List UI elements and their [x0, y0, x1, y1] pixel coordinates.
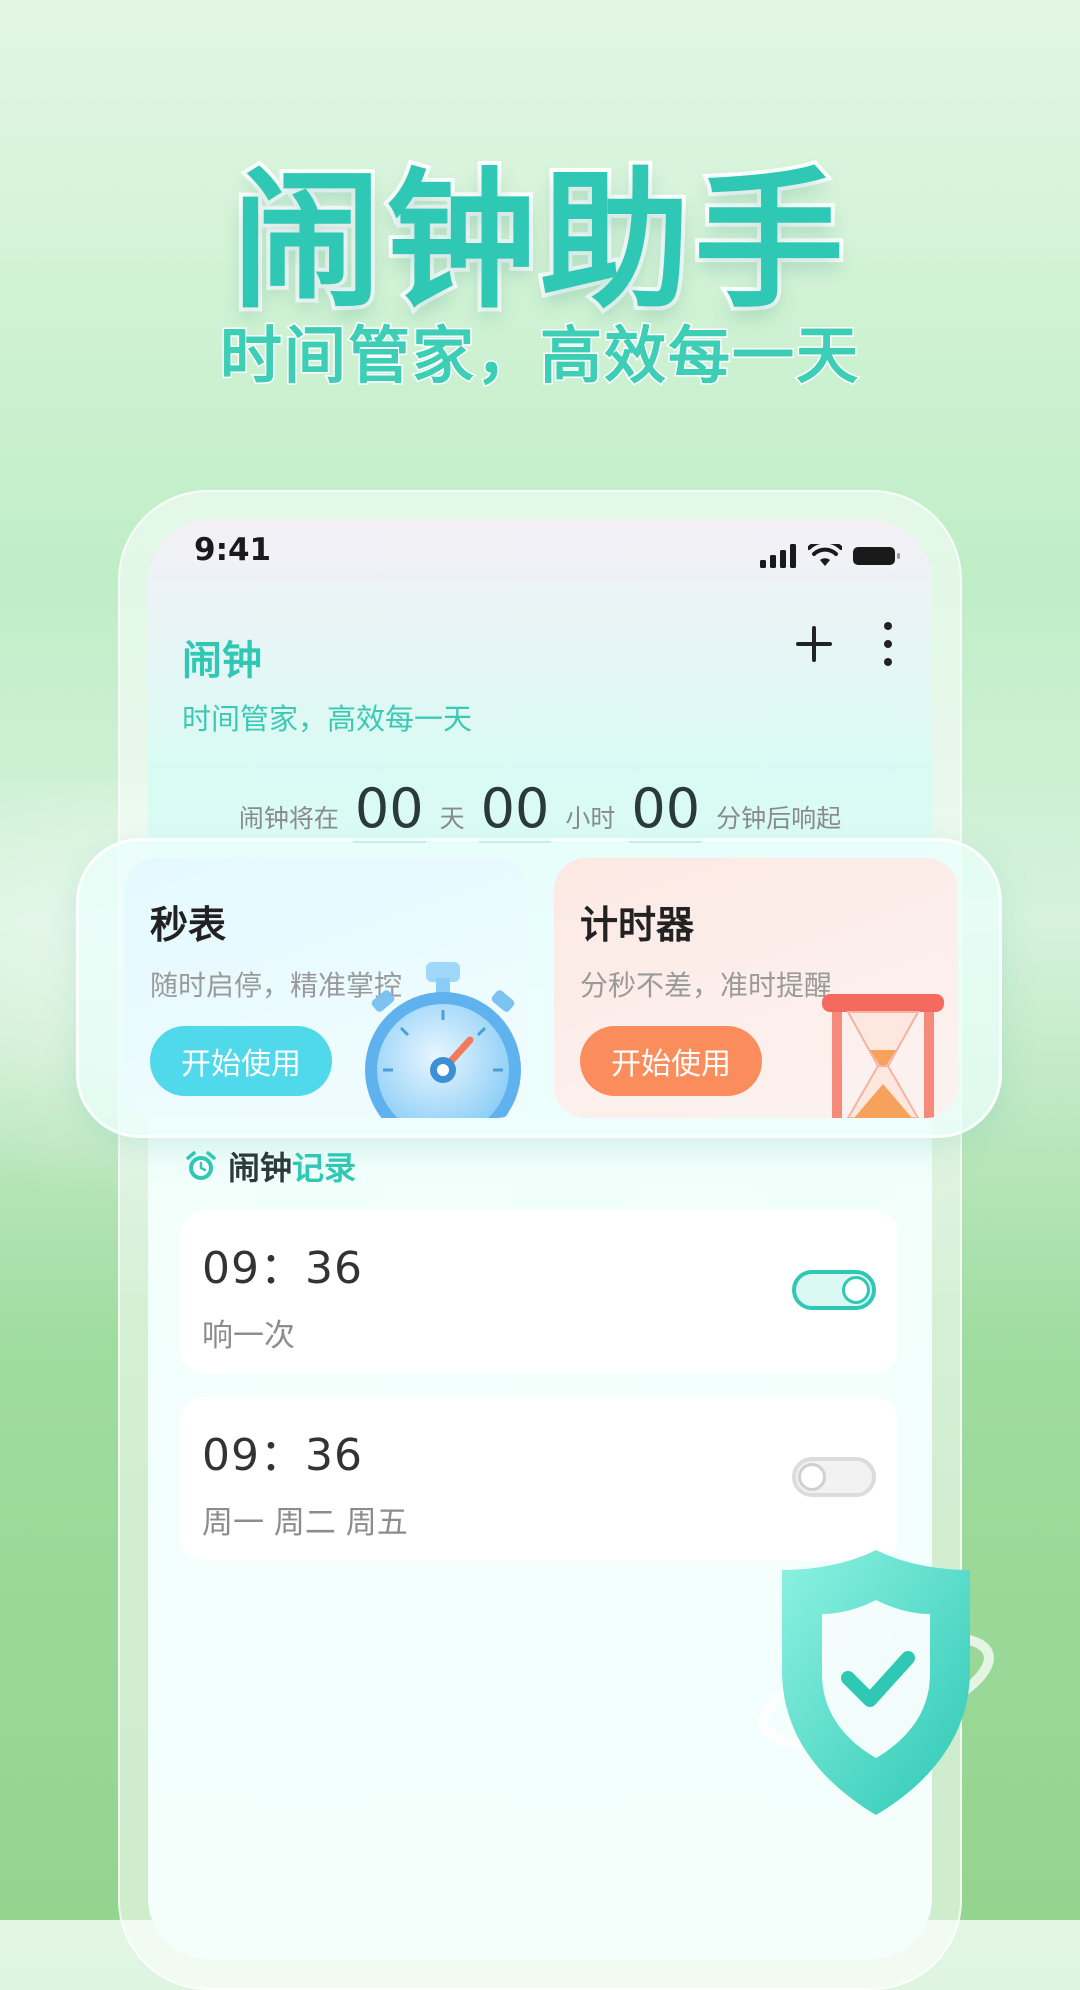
toggle-knob — [798, 1463, 826, 1491]
toggle-knob — [842, 1276, 870, 1304]
status-time: 9:41 — [194, 532, 272, 568]
records-title-part2: 记录 — [292, 1149, 357, 1187]
timer-card[interactable]: 计时器 分秒不差，准时提醒 开始使用 — [554, 858, 958, 1118]
hourglass-icon — [822, 994, 944, 1118]
timer-title: 计时器 — [580, 903, 695, 947]
alarm-clock-icon — [186, 1151, 216, 1180]
alarm-repeat: 响一次 — [202, 1318, 295, 1354]
battery-icon — [853, 547, 900, 565]
countdown-minutes-unit: 分钟后响起 — [716, 804, 842, 833]
alarm-toggle-off[interactable] — [792, 1457, 876, 1497]
more-vertical-icon — [884, 622, 892, 666]
timer-desc: 分秒不差，准时提醒 — [580, 969, 833, 1002]
countdown-hours: 00 — [478, 780, 552, 843]
wifi-icon — [808, 544, 842, 566]
alarm-toggle-on[interactable] — [792, 1270, 876, 1310]
add-alarm-button[interactable] — [792, 622, 836, 666]
countdown-days-unit: 天 — [439, 804, 465, 833]
promo-subtitle: 时间管家，高效每一天 — [218, 318, 860, 394]
alarm-time: 09：36 — [202, 1243, 363, 1294]
stopwatch-title: 秒表 — [150, 903, 227, 947]
shield-check-icon — [758, 1550, 994, 1815]
alarm-repeat: 周一 周二 周五 — [202, 1505, 408, 1541]
records-title-part1: 闹钟 — [228, 1149, 293, 1187]
more-menu-button[interactable] — [878, 620, 898, 668]
countdown-minutes: 00 — [629, 780, 703, 843]
signal-icon — [760, 544, 796, 568]
countdown: 闹钟将在 00 天 00 小时 00 分钟后响起 — [148, 780, 932, 843]
plus-icon — [796, 626, 832, 662]
countdown-prefix: 闹钟将在 — [238, 804, 339, 833]
stopwatch-card[interactable]: 秒表 随时启停，精准掌控 开始使用 — [124, 858, 528, 1118]
records-header: 闹钟 记录 — [184, 1143, 356, 1189]
alarm-item[interactable]: 09：36 周一 周二 周五 — [180, 1397, 898, 1561]
countdown-hours-unit: 小时 — [565, 804, 616, 833]
countdown-days: 00 — [352, 780, 426, 843]
stopwatch-start-button[interactable]: 开始使用 — [150, 1026, 332, 1096]
alarm-time: 09：36 — [202, 1430, 363, 1481]
timer-start-button[interactable]: 开始使用 — [580, 1026, 762, 1096]
status-icons — [760, 544, 902, 568]
stopwatch-icon — [365, 962, 521, 1118]
app-title: 闹钟 — [182, 638, 262, 684]
alarm-item[interactable]: 09：36 响一次 — [180, 1210, 898, 1374]
app-subtitle: 时间管家，高效每一天 — [182, 702, 473, 736]
